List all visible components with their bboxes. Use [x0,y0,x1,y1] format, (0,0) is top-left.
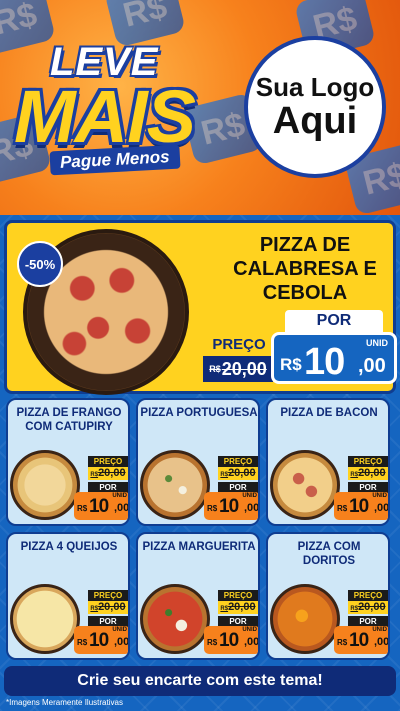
old-price-currency: R$ [209,364,221,374]
pizza-marguerita-image [140,584,210,654]
product-card: PIZZA COM DORITOS PREÇO R$20,00 POR R$ 10,00 U… [266,532,390,660]
product-name: PIZZA 4 QUEIJOS [20,541,118,553]
price-integer: 10 [349,630,369,651]
preco-label: PREÇO [88,456,128,467]
price-currency: R$ [280,355,302,374]
price-decimal: ,00 [374,502,390,514]
product-card: PIZZA DE BACON PREÇO R$20,00 POR R$ 10,00 UNID [266,398,390,526]
product-name: PIZZA COM DORITOS [297,541,361,567]
pizza-portuguesa-image [140,450,210,520]
footnote: *Imagens Meramente Ilustrativas [6,698,123,707]
old-price: R$20,00 [348,467,388,480]
price-decimal: ,00 [244,636,260,648]
old-price-currency: R$ [350,606,359,612]
preco-label: PREÇO [348,590,388,601]
pizza-doritos-image [270,584,340,654]
featured-product-name: PIZZA DE CALABRESA E CEBOLA [233,234,377,304]
preco-label: PREÇO [205,336,273,356]
price-currency: R$ [207,504,218,513]
old-price-currency: R$ [90,472,99,478]
price-decimal: ,00 [374,636,390,648]
price-unit: UNID [372,493,387,499]
product-card: PIZZA DE FRANGO COM CATUPIRY PREÇO R$20,00… [6,398,130,526]
product-price: R$ 10 ,00 UNID [334,626,390,654]
price-currency: R$ [207,638,218,647]
price-integer: 10 [219,496,239,517]
price-integer: 10 [304,341,345,383]
pizza-bacon-image [270,450,340,520]
price-currency: R$ [77,638,88,647]
price-decimal: ,00 [358,355,386,377]
product-card: PIZZA 4 QUEIJOS PREÇO R$20,00 POR R$ 10,00 UNI… [6,532,130,660]
featured-price: R$ 10 ,00 UNID [271,332,397,384]
logo-line1: Sua Logo [255,72,375,102]
price-integer: 10 [219,630,239,651]
featured-offer: -50% PIZZA DE CALABRESA E CEBOLA PREÇO R… [4,220,397,395]
price-unit: UNID [242,627,257,633]
price-currency: R$ [337,504,348,513]
brand-logo: LEVE MAIS Pague Menos [10,40,230,190]
product-name: PIZZA PORTUGUESA [140,407,258,419]
cta-button[interactable]: Crie seu encarte com este tema! [4,666,396,696]
product-price: R$ 10 ,00 UNID [74,626,130,654]
price-integer: 10 [349,496,369,517]
old-price-currency: R$ [220,472,229,478]
old-price: R$20,00 [218,467,258,480]
old-price-value: 20,00 [358,601,386,613]
product-price: R$ 10 ,00 UNID [204,626,260,654]
logo-line2: Aqui [272,100,358,142]
preco-label: PREÇO [88,590,128,601]
old-price-currency: R$ [220,606,229,612]
price-unit: UNID [366,338,388,348]
price-unit: UNID [112,493,127,499]
old-price: R$ 20,00 [203,356,273,382]
preco-label: PREÇO [348,456,388,467]
price-decimal: ,00 [244,502,260,514]
old-price-value: 20,00 [228,601,256,613]
price-currency: R$ [337,638,348,647]
preco-label: PREÇO [218,456,258,467]
old-price-value: 20,00 [98,467,126,479]
old-price-value: 20,00 [98,601,126,613]
old-price-currency: R$ [90,606,99,612]
discount-badge: -50% [17,241,63,287]
price-integer: 10 [89,630,109,651]
old-price: R$20,00 [88,467,128,480]
price-unit: UNID [242,493,257,499]
old-price: R$20,00 [88,601,128,614]
old-price-value: 20,00 [358,467,386,479]
pizza-frango-image [10,450,80,520]
price-decimal: ,00 [114,636,130,648]
header-banner: R$ R$ R$ R$ R$ R$ LEVE MAIS Pague Menos … [0,0,400,215]
old-price-value: 20,00 [228,467,256,479]
product-card: PIZZA PORTUGUESA PREÇO R$20,00 POR R$ 10,00 UN… [136,398,260,526]
pizza-queijos-image [10,584,80,654]
old-price-currency: R$ [350,472,359,478]
price-currency: R$ [77,504,88,513]
old-price-value: 20,00 [221,358,267,379]
product-price: R$ 10 ,00 UNID [334,492,390,520]
product-card: PIZZA MARGUERITA PREÇO R$20,00 POR R$ 10,00 UN… [136,532,260,660]
product-name: PIZZA DE BACON [280,407,378,419]
price-unit: UNID [112,627,127,633]
logo-placeholder: Sua Logo Aqui [244,36,386,178]
product-price: R$ 10 ,00 UNID [204,492,260,520]
product-name: PIZZA DE FRANGO COM CATUPIRY [16,407,122,433]
price-decimal: ,00 [114,502,130,514]
old-price: R$20,00 [348,601,388,614]
product-price: R$ 10 ,00 UNID [74,492,130,520]
price-integer: 10 [89,496,109,517]
preco-label: PREÇO [218,590,258,601]
product-name: PIZZA MARGUERITA [142,541,256,553]
por-label: POR [285,310,383,332]
price-unit: UNID [372,627,387,633]
old-price: R$20,00 [218,601,258,614]
